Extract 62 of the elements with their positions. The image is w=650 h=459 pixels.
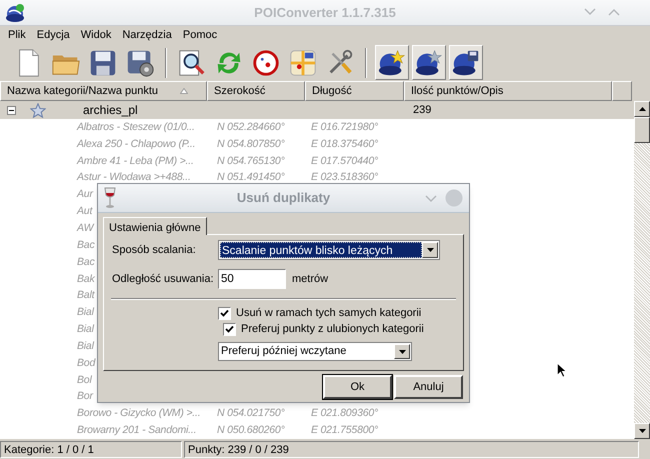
- table-cell-text: N 050.680260°: [217, 423, 286, 438]
- table-cell-text: N 052.284660°: [217, 120, 286, 135]
- search-icon: [177, 48, 207, 78]
- globe-floppy-button[interactable]: [449, 45, 483, 80]
- column-header[interactable]: Nazwa kategorii/Nazwa punktu: [0, 81, 207, 102]
- unit-label: metrów: [292, 272, 328, 287]
- scrollbar[interactable]: [634, 101, 650, 440]
- up-arrow-icon: [638, 107, 646, 112]
- dialog-button[interactable]: Anuluj: [394, 375, 463, 399]
- status-panel: Punkty: 239 / 0 / 239: [184, 441, 639, 458]
- column-header: [612, 81, 632, 102]
- globe-star-button[interactable]: [375, 45, 409, 80]
- distance-input[interactable]: 50: [218, 269, 286, 289]
- column-header[interactable]: Szerokość: [207, 81, 305, 102]
- table-cell-text: N 054.021750°: [217, 406, 286, 422]
- dialog-title: Usuń duplikaty: [236, 189, 330, 208]
- category-name: archies_pl: [83, 102, 139, 120]
- scroll-thumb[interactable]: [634, 117, 650, 144]
- scroll-down-button[interactable]: [634, 423, 650, 440]
- menu-item[interactable]: Edycja: [34, 27, 72, 44]
- checkbox[interactable]: [223, 322, 236, 336]
- star-icon: [30, 102, 46, 118]
- globe-star-button[interactable]: [412, 45, 446, 80]
- menu-item[interactable]: Plik: [6, 27, 28, 44]
- table-cell-text: N 051.491450°: [217, 170, 286, 186]
- globe-star-icon: [414, 48, 444, 78]
- wine-glass-icon: [103, 187, 117, 209]
- table-cell-text: E 017.570440°: [311, 154, 378, 169]
- scroll-up-button[interactable]: [634, 101, 650, 118]
- merge-method-dropdown[interactable]: Scalanie punktów blisko leżących: [218, 240, 440, 260]
- table-cell-text: N 054.765130°: [217, 154, 286, 169]
- tab[interactable]: Ustawienia główne: [103, 217, 207, 235]
- window-title: POIConverter 1.1.7.315: [254, 4, 396, 22]
- table-cell-text: E 021.755800°: [311, 423, 378, 438]
- map-icon: [288, 48, 318, 78]
- menu-item[interactable]: Pomoc: [180, 27, 220, 44]
- mouse-cursor-icon: [557, 363, 567, 378]
- point-count: 239: [413, 103, 432, 118]
- table-cell-text: E 023.518360°: [311, 170, 378, 186]
- dialog-button[interactable]: Ok: [323, 375, 392, 399]
- table-cell-text: E 021.809360°: [311, 406, 378, 422]
- category-row[interactable]: archies_pl 239: [0, 101, 634, 120]
- menu-item[interactable]: Widok: [78, 27, 114, 44]
- app-globe-icon: [5, 2, 27, 24]
- field-label: Odległość usuwania:: [111, 272, 215, 287]
- down-arrow-icon: [638, 429, 646, 434]
- menu-item[interactable]: Narzędzia: [120, 27, 174, 44]
- checkbox-label: Preferuj punkty z ulubionych kategorii: [241, 322, 424, 337]
- preference-dropdown[interactable]: Preferuj później wczytane: [218, 342, 412, 361]
- table-cell-text: N 054.807850°: [217, 136, 286, 152]
- column-header[interactable]: Ilość punktów/Opis: [404, 81, 612, 102]
- table-cell-text: E 016.721980°: [311, 120, 378, 135]
- field-label: Sposób scalania:: [111, 242, 197, 258]
- checkbox-label: Usuń w ramach tych samych kategorii: [236, 306, 422, 321]
- table-cell-text: E 018.375460°: [311, 136, 378, 152]
- checkbox[interactable]: [218, 306, 231, 320]
- column-header[interactable]: Długość: [305, 81, 404, 102]
- globe-star-icon: [377, 48, 407, 78]
- status-panel: Kategorie: 1 / 0 / 1: [0, 441, 182, 458]
- target-icon: [251, 48, 281, 78]
- collapse-toggle-icon[interactable]: [7, 106, 16, 115]
- sort-ascending-icon: [180, 88, 188, 94]
